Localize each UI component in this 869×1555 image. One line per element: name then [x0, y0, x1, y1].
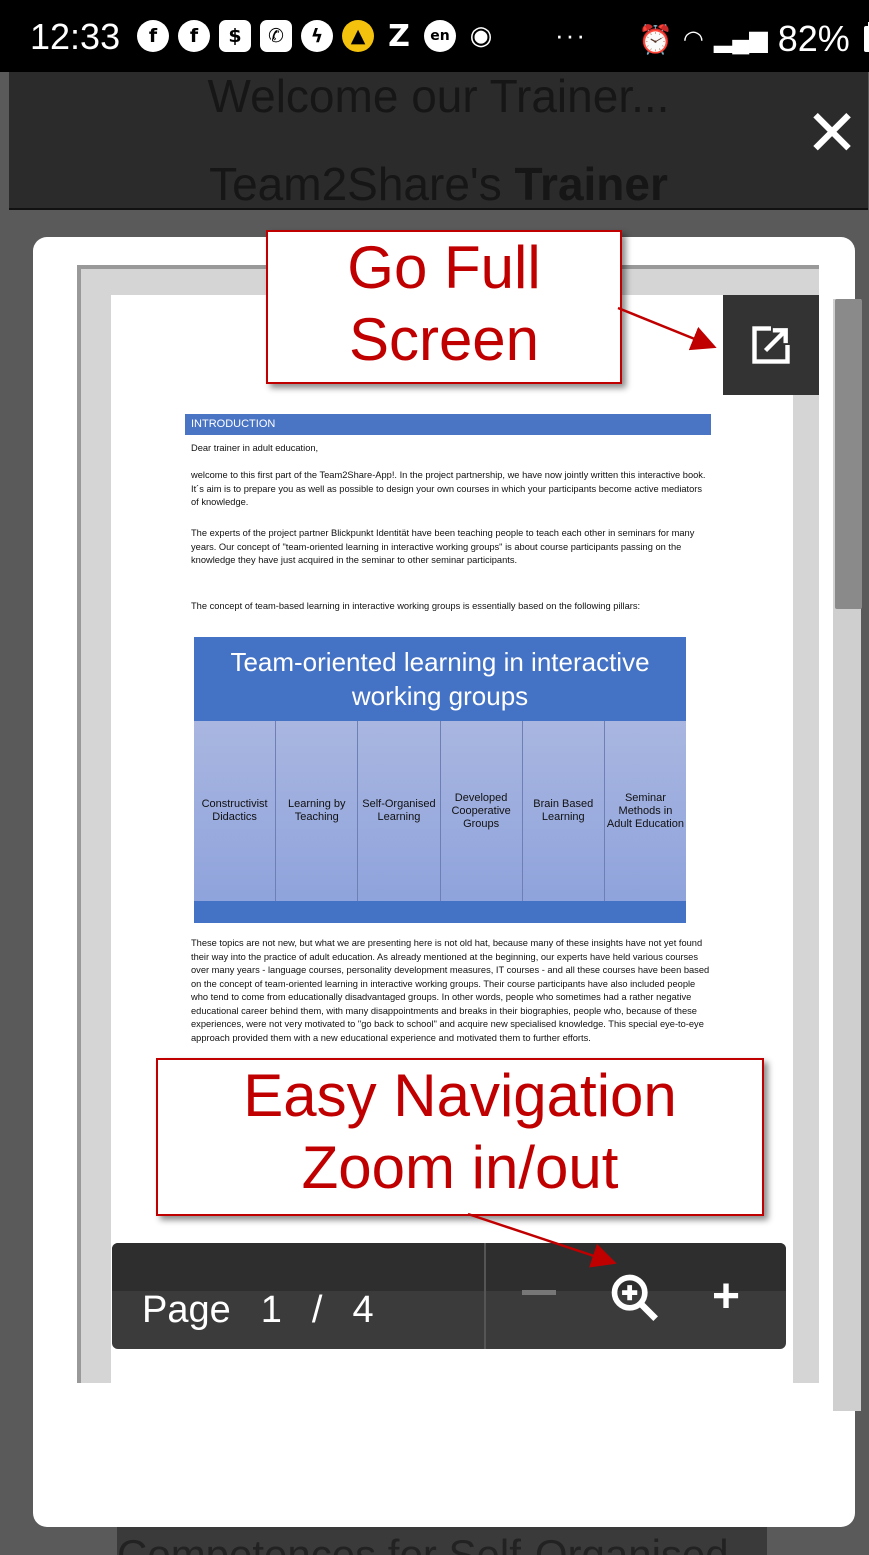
- page-label: Page: [142, 1289, 231, 1331]
- signal-icon: ▂▄▆: [713, 25, 768, 53]
- pillar-item: Learning by Teaching: [276, 721, 359, 901]
- en-app-icon: en: [424, 20, 456, 52]
- pillar-item: Developed Cooperative Groups: [440, 721, 523, 901]
- battery-percent: 82%: [777, 18, 850, 59]
- doc-greeting: Dear trainer in adult education,: [191, 443, 319, 453]
- diagram-title: Team-oriented learning in interactive wo…: [230, 647, 650, 711]
- alarm-icon: ⏰: [638, 23, 673, 55]
- navigation-callout: Easy Navigation Zoom in/out: [156, 1058, 764, 1216]
- close-icon[interactable]: ✕: [802, 102, 862, 166]
- pillar-item: Self-Organised Learning: [358, 721, 441, 901]
- section-title: INTRODUCTION: [185, 414, 711, 435]
- page-separator: /: [311, 1289, 323, 1331]
- navbar-divider: [484, 1243, 486, 1349]
- shopping-bag-icon: ◉: [469, 21, 493, 51]
- page-indicator: Page 1 / 4: [142, 1289, 374, 1332]
- fullscreen-button[interactable]: [723, 295, 819, 395]
- pdf-page[interactable]: INTRODUCTION Dear trainer in adult educa…: [111, 295, 793, 1387]
- z-app-icon: Z: [388, 18, 410, 54]
- scrollbar-thumb[interactable]: [835, 299, 862, 609]
- zoom-out-button[interactable]: [522, 1290, 556, 1295]
- wifi-icon: ◠: [682, 25, 704, 53]
- messenger-icon: ϟ: [301, 20, 333, 52]
- dollar-app-icon: $: [219, 20, 251, 52]
- callout-line: Screen: [348, 306, 540, 373]
- doc-paragraph-2: The experts of the project partner Blick…: [191, 528, 695, 565]
- doc-paragraph-1: welcome to this first part of the Team2S…: [191, 470, 706, 507]
- pillar-item: Brain Based Learning: [522, 721, 605, 901]
- battery-icon: [863, 22, 869, 52]
- doc-paragraph-4: These topics are not new, but what we ar…: [191, 938, 710, 1043]
- facebook-icon: f: [137, 20, 169, 52]
- background-header: Welcome our Trainer... Team2Share's Trai…: [9, 70, 868, 210]
- pdf-viewer-modal: INTRODUCTION Dear trainer in adult educa…: [33, 237, 862, 1527]
- notification-icons: f f $ ✆ ϟ ▲ Z en ◉: [137, 18, 497, 54]
- doc-paragraph-3: The concept of team-based learning in in…: [191, 601, 641, 611]
- facebook-icon: f: [178, 20, 210, 52]
- navbar-shade: [112, 1243, 786, 1291]
- status-time: 12:33: [30, 16, 121, 57]
- background-title: Welcome our Trainer...: [207, 70, 670, 122]
- callout-line: Zoom in/out: [301, 1134, 619, 1201]
- pillars-row: Constructivist Didactics Learning by Tea…: [194, 721, 687, 901]
- callout-line: Go Full: [347, 234, 541, 301]
- overflow-icon: ···: [555, 20, 587, 50]
- open-external-icon: [752, 324, 793, 364]
- background-subtitle: Team2Share's Trainer: [209, 158, 668, 210]
- zoom-icon[interactable]: [608, 1271, 660, 1323]
- status-bar: 12:33 f f $ ✆ ϟ ▲ Z en ◉ ··· ⏰ ◠ ▂▄▆ 82%: [0, 0, 869, 72]
- zoom-in-button[interactable]: +: [712, 1273, 740, 1321]
- pillar-item: Constructivist Didactics: [194, 721, 277, 901]
- total-pages: 4: [352, 1289, 374, 1331]
- fullscreen-callout: Go Full Screen: [266, 230, 622, 384]
- page-navigation-bar: Page 1 / 4 +: [112, 1243, 786, 1349]
- messenger-icon: ✆: [260, 20, 292, 52]
- current-page[interactable]: 1: [261, 1289, 282, 1332]
- pillars-diagram: Team-oriented learning in interactive wo…: [194, 637, 687, 923]
- pillar-item: Seminar Methods in Adult Education: [604, 721, 687, 901]
- callout-line: Easy Navigation: [243, 1062, 677, 1129]
- taxi-icon: ▲: [342, 20, 374, 52]
- system-status: ⏰ ◠ ▂▄▆ 82%: [638, 18, 869, 60]
